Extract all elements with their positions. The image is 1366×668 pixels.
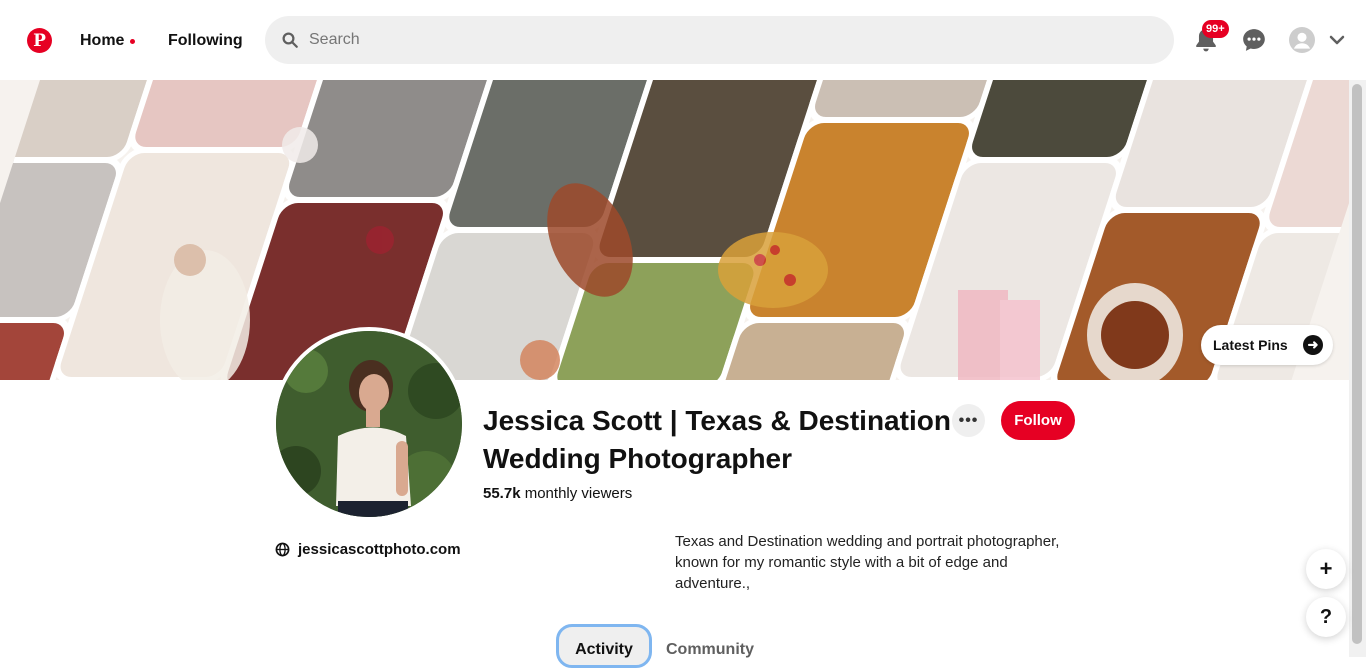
- nav-home[interactable]: Home: [80, 32, 124, 50]
- profile-photo-image: [276, 331, 462, 517]
- chevron-down-icon[interactable]: [1329, 33, 1345, 47]
- website-link[interactable]: jessicascottphoto.com: [275, 541, 461, 558]
- profile-name: Jessica Scott | Texas & Destination Wedd…: [483, 405, 951, 474]
- monthly-viewers: 55.7k monthly viewers: [483, 485, 632, 502]
- home-unread-dot: [130, 39, 135, 44]
- create-plus-button[interactable]: +: [1306, 549, 1346, 589]
- viewers-count: 55.7k: [483, 485, 521, 502]
- cover-image: [0, 80, 1349, 380]
- cover-collage: [0, 80, 1349, 380]
- latest-pins-label: Latest Pins: [1213, 337, 1288, 353]
- viewers-label: monthly viewers: [524, 485, 633, 502]
- follow-button[interactable]: Follow: [1001, 401, 1075, 440]
- search-icon: [282, 32, 298, 48]
- pinterest-logo[interactable]: P: [27, 28, 52, 53]
- scrollbar-thumb[interactable]: [1352, 84, 1362, 644]
- search-bar[interactable]: [265, 16, 1174, 64]
- website-url: jessicascottphoto.com: [298, 541, 461, 558]
- help-button[interactable]: ?: [1306, 597, 1346, 637]
- profile-bio: Texas and Destination wedding and portra…: [675, 533, 1060, 592]
- nav-following[interactable]: Following: [168, 32, 243, 50]
- more-options-button[interactable]: •••: [952, 404, 985, 437]
- latest-pins-button[interactable]: Latest Pins ➜: [1201, 325, 1333, 365]
- tab-activity[interactable]: Activity: [556, 624, 652, 668]
- chat-icon[interactable]: [1241, 27, 1267, 53]
- notification-badge: 99+: [1202, 20, 1229, 38]
- profile-avatar: [272, 327, 466, 521]
- account-icon[interactable]: [1289, 27, 1315, 53]
- arrow-right-icon: ➜: [1303, 335, 1323, 355]
- globe-icon: [275, 542, 290, 557]
- search-input[interactable]: [309, 31, 1129, 49]
- tab-community[interactable]: Community: [666, 641, 754, 659]
- top-nav: P Home Following 99+: [0, 0, 1366, 80]
